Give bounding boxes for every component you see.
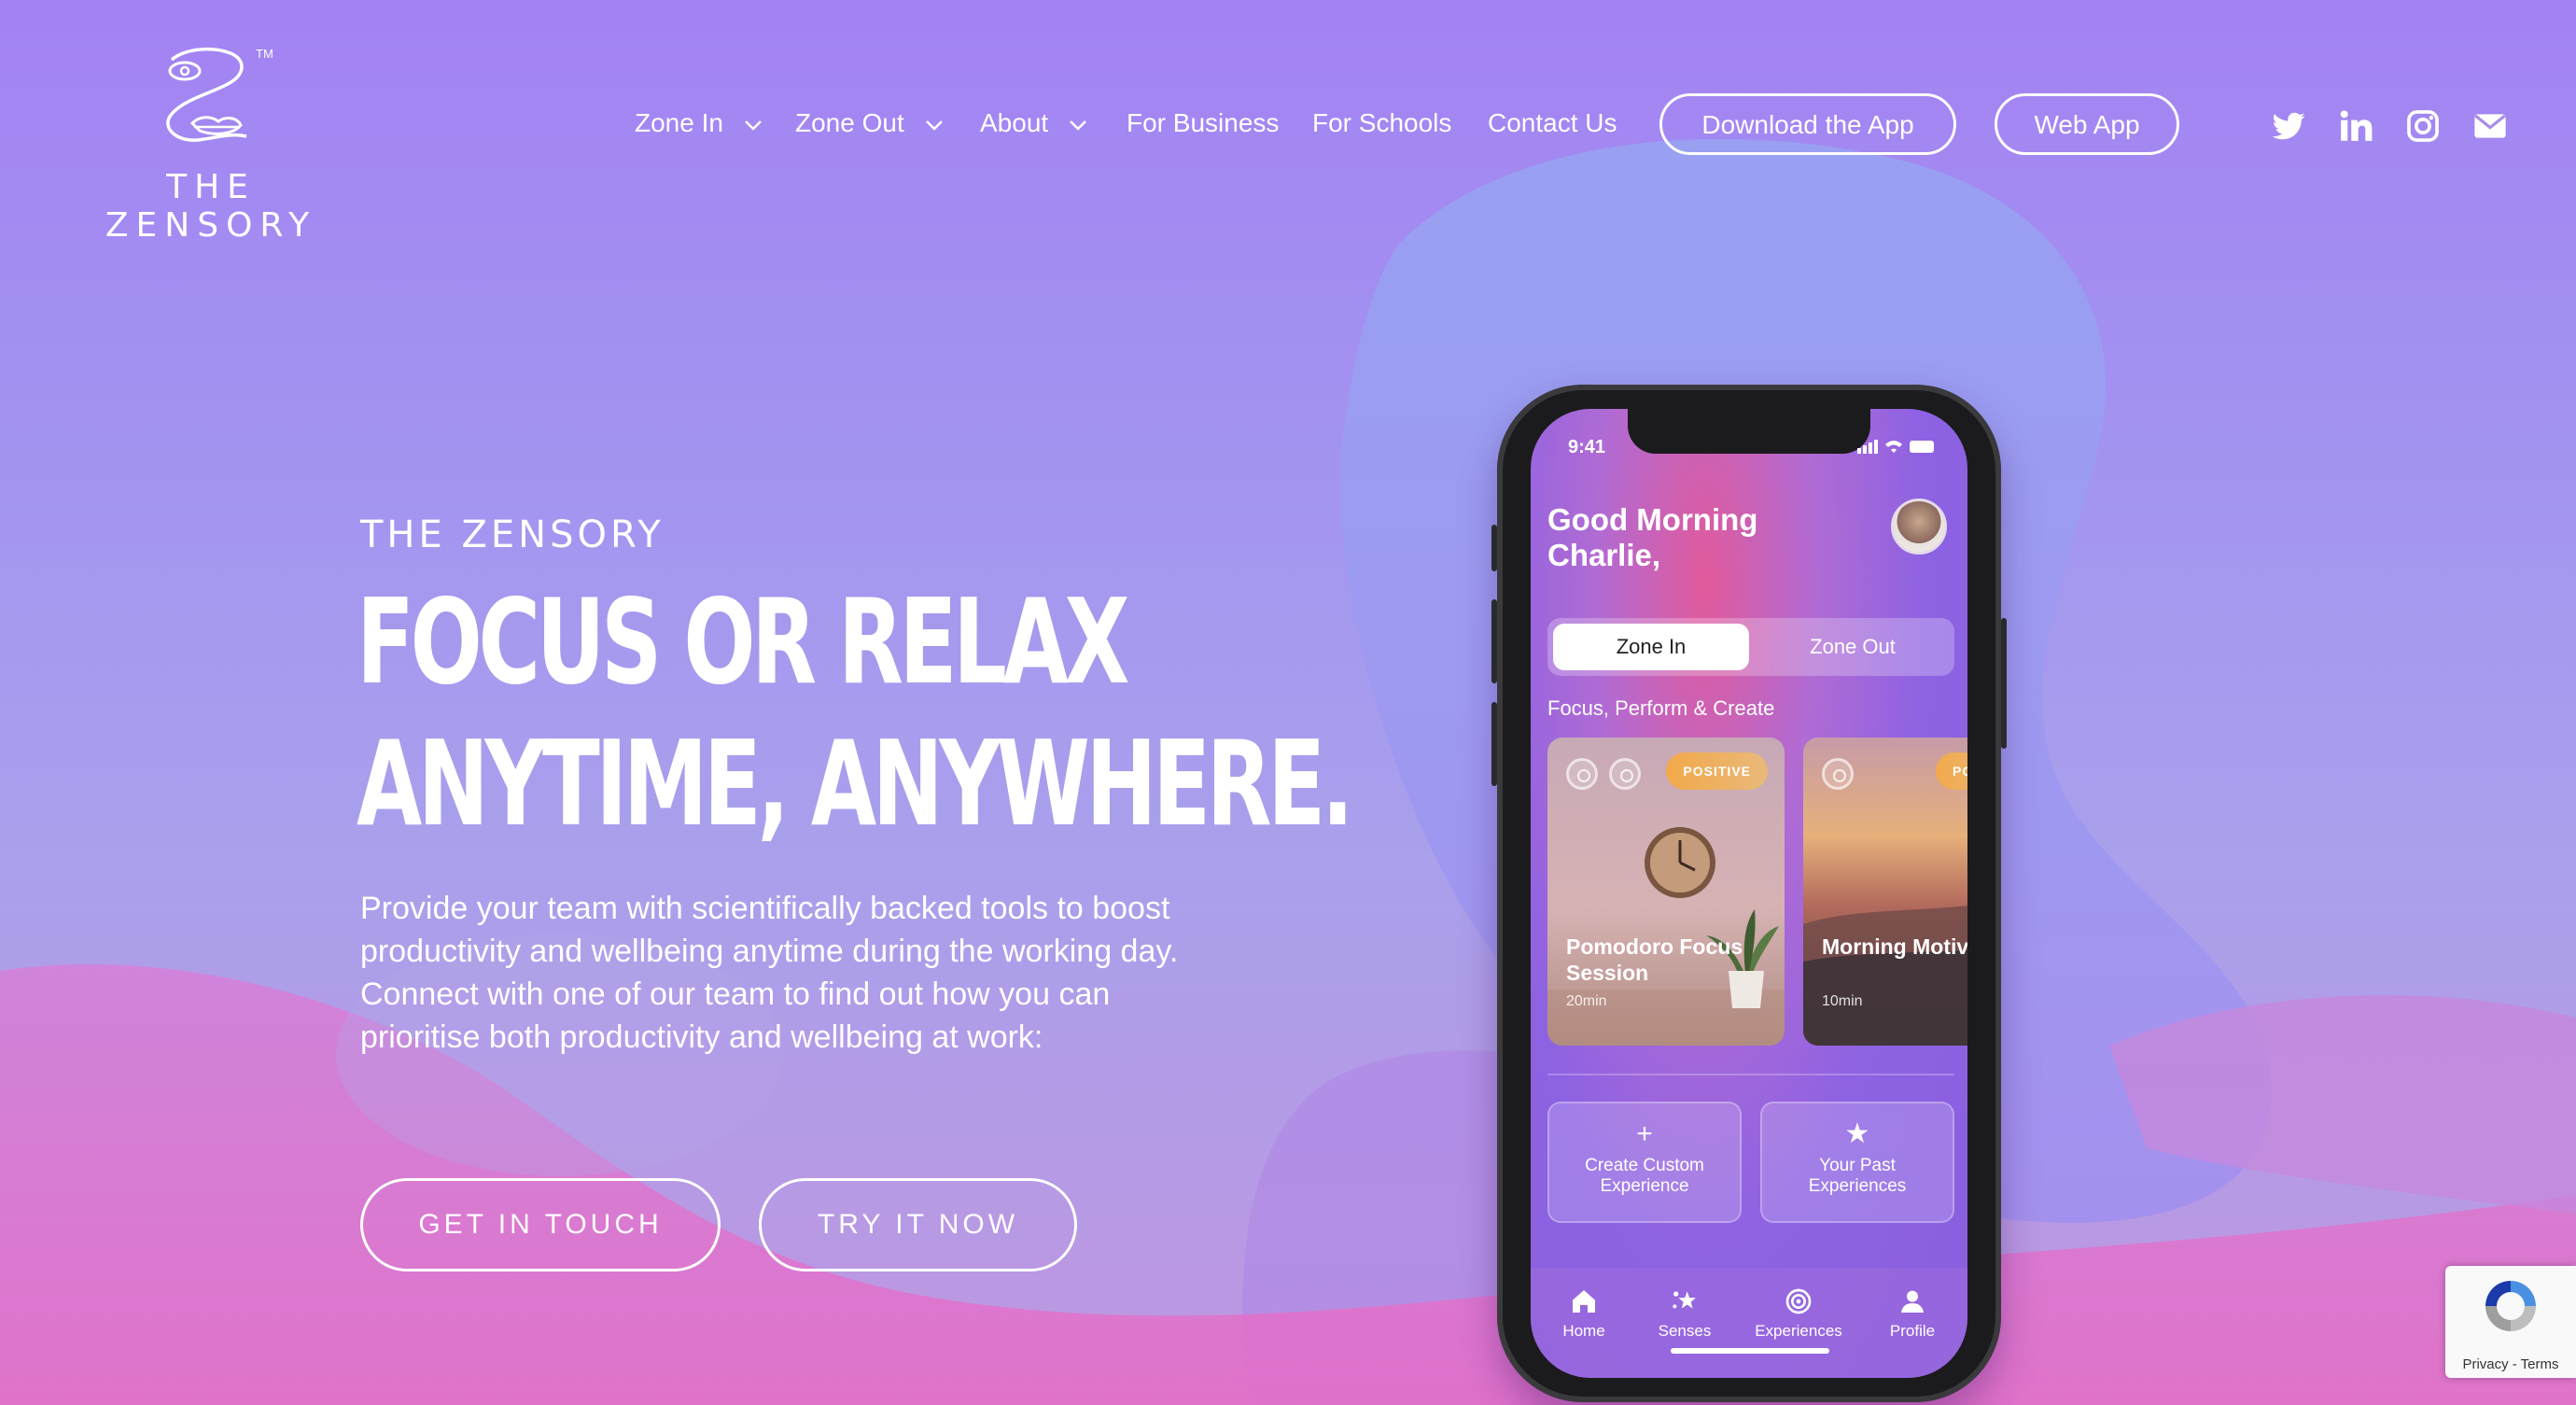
card-badge: POS — [1936, 752, 1967, 790]
nav-label: Zone Out — [795, 108, 904, 137]
sense-indicator-icon — [1822, 758, 1854, 790]
zone-segmented-control: Zone In Zone Out — [1547, 618, 1954, 676]
past-experiences-tile[interactable]: ★ Your Past Experiences — [1760, 1102, 1954, 1223]
email-icon[interactable] — [2472, 108, 2508, 144]
brand-wordmark: THE ZENSORY — [105, 168, 317, 245]
recaptcha-badge[interactable]: Privacy - Terms — [2445, 1266, 2576, 1378]
segment-zone-out[interactable]: Zone Out — [1755, 624, 1951, 670]
senses-icon — [1673, 1291, 1696, 1309]
phone-side-button — [1491, 599, 1497, 683]
greeting-text: Good Morning Charlie, — [1547, 502, 1758, 572]
hero-eyebrow: THE ZENSORY — [360, 513, 665, 556]
nav-for-business[interactable]: For Business — [1127, 93, 1279, 153]
tab-label: Profile — [1889, 1322, 1936, 1340]
status-time: 9:41 — [1568, 437, 1606, 457]
linkedin-icon[interactable] — [2338, 108, 2373, 144]
get-in-touch-button[interactable]: GET IN TOUCH — [360, 1178, 721, 1272]
phone-side-button — [1491, 702, 1497, 786]
card-badge: POSITIVE — [1666, 752, 1768, 790]
wifi-icon — [1885, 441, 1902, 453]
hero-headline: FOCUS OR RELAX ANYTIME, ANYWHERE. — [357, 571, 1353, 855]
nav-contact-us[interactable]: Contact Us — [1488, 93, 1617, 153]
tile-label: Create Custom Experience — [1585, 1156, 1704, 1196]
card-title: Morning Motivation — [1822, 934, 1967, 959]
phone-side-button — [2001, 618, 2007, 749]
avatar[interactable] — [1891, 499, 1947, 555]
tab-profile[interactable]: Profile — [1861, 1286, 1964, 1341]
star-icon: ★ — [1844, 1118, 1870, 1149]
experiences-icon — [1785, 1288, 1812, 1314]
experience-card[interactable]: POS Morning Motivation 10min — [1803, 738, 1967, 1046]
nav-label: Zone In — [635, 108, 723, 137]
phone-notch — [1628, 409, 1870, 454]
web-app-button[interactable]: Web App — [1995, 93, 2179, 155]
trademark-mark: TM — [256, 47, 273, 61]
nav-for-schools[interactable]: For Schools — [1312, 93, 1451, 153]
chevron-down-icon — [744, 119, 762, 131]
experience-card[interactable]: POSITIVE Pomodoro Focus Session 20min — [1547, 738, 1785, 1046]
phone-side-button — [1491, 525, 1497, 571]
tab-label: Senses — [1658, 1322, 1712, 1340]
home-icon — [1573, 1290, 1595, 1313]
segment-zone-in[interactable]: Zone In — [1553, 624, 1749, 670]
nav-zone-out[interactable]: Zone Out — [795, 93, 944, 153]
recaptcha-icon — [2485, 1281, 2536, 1331]
battery-icon — [1910, 441, 1934, 453]
create-custom-experience-tile[interactable]: + Create Custom Experience — [1547, 1102, 1742, 1223]
tab-label: Experiences — [1755, 1322, 1842, 1340]
nav-about[interactable]: About — [980, 93, 1087, 153]
divider — [1547, 1074, 1954, 1075]
card-duration: 10min — [1822, 993, 1863, 1009]
tab-home[interactable]: Home — [1533, 1286, 1635, 1341]
tile-label: Your Past Experiences — [1808, 1156, 1907, 1196]
tab-label: Home — [1562, 1322, 1605, 1340]
hero-body-paragraph-1: Provide your team with scientifically ba… — [360, 891, 1179, 969]
nav-label: About — [980, 108, 1049, 137]
app-tab-bar: Home Senses Experiences Profile — [1531, 1268, 1967, 1378]
card-duration: 20min — [1566, 993, 1607, 1009]
hero-body-paragraph-2: Connect with one of our team to find out… — [360, 976, 1111, 1055]
status-icons — [1857, 440, 1934, 454]
chevron-down-icon — [1070, 119, 1086, 131]
twitter-icon[interactable] — [2271, 108, 2306, 144]
instagram-icon[interactable] — [2405, 108, 2441, 144]
sense-indicator-icon — [1566, 758, 1598, 790]
app-screen: 9:41 Good Morning Charlie, Zone In Zone … — [1531, 409, 1967, 1378]
recaptcha-links[interactable]: Privacy - Terms — [2445, 1356, 2576, 1372]
profile-icon — [1901, 1290, 1924, 1313]
nav-zone-in[interactable]: Zone In — [635, 93, 763, 153]
zensory-logo-icon — [166, 47, 247, 142]
chevron-down-icon — [925, 119, 943, 131]
try-it-now-button[interactable]: TRY IT NOW — [759, 1178, 1077, 1272]
section-heading: Focus, Perform & Create — [1547, 696, 1775, 720]
plus-icon: + — [1636, 1118, 1653, 1149]
hero-body: Provide your team with scientifically ba… — [360, 887, 1238, 1059]
brand-logo[interactable]: TM THE ZENSORY — [52, 43, 370, 245]
tab-senses[interactable]: Senses — [1633, 1286, 1736, 1341]
card-title: Pomodoro Focus Session — [1566, 934, 1743, 985]
tab-experiences[interactable]: Experiences — [1747, 1286, 1850, 1341]
hero-headline-line-1: FOCUS OR RELAX — [357, 573, 1129, 710]
home-indicator — [1671, 1348, 1829, 1354]
signal-icon — [1857, 448, 1861, 454]
download-app-button[interactable]: Download the App — [1659, 93, 1956, 155]
phone-mockup: 9:41 Good Morning Charlie, Zone In Zone … — [1491, 385, 2007, 1402]
hero-headline-line-2: ANYTIME, ANYWHERE. — [357, 715, 1353, 852]
sense-indicator-icon — [1609, 758, 1641, 790]
